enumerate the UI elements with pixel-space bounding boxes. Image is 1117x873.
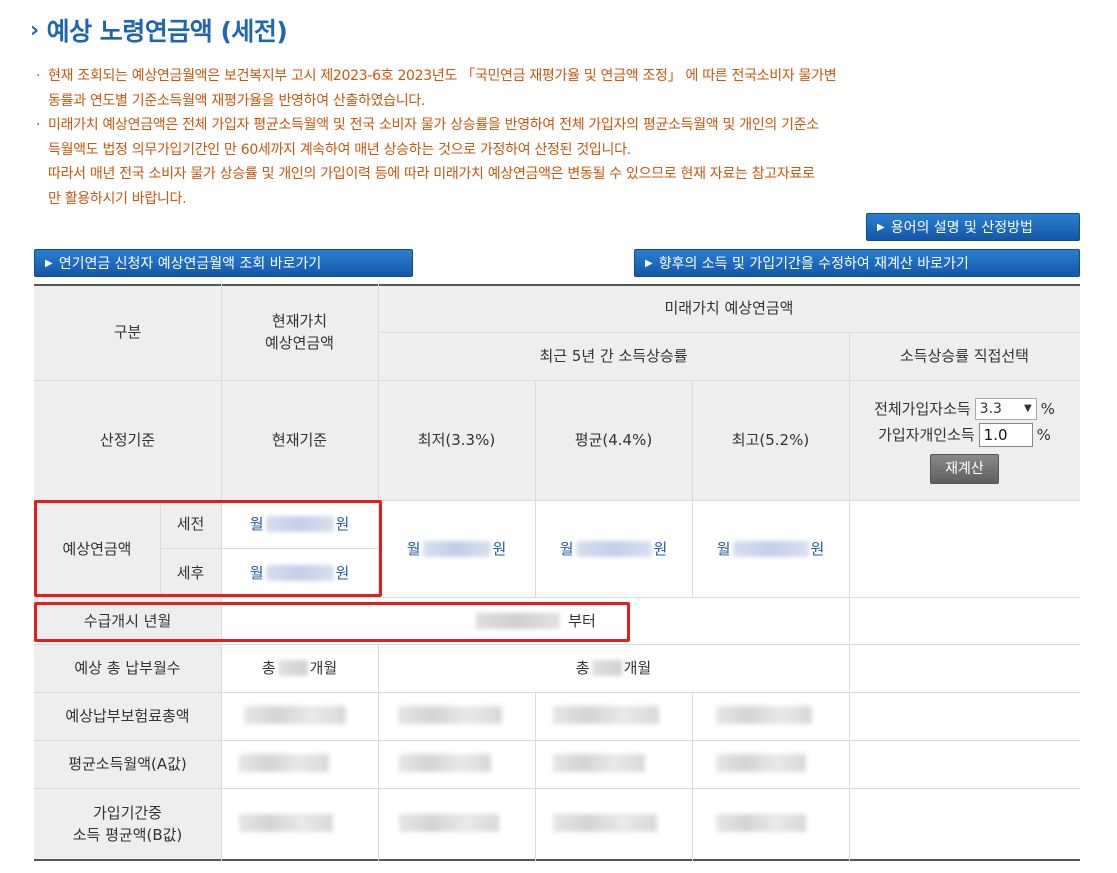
redacted-value bbox=[398, 706, 502, 724]
individual-income-label: 가입자개인소득 bbox=[878, 426, 975, 444]
notice-section: · 현재 조회되는 예상연금월액은 보건복지부 고시 제2023-6호 2023… bbox=[34, 64, 1082, 211]
redacted-value bbox=[239, 814, 333, 832]
recalculate-button[interactable]: 재계산 bbox=[930, 454, 999, 484]
recalculate-link-button[interactable]: ▶ 향후의 소득 및 가입기간을 수정하여 재계산 바로가기 bbox=[634, 249, 1080, 277]
notice-line: 득월액도 법정 의무가입기간인 만 60세까지 계속하여 매년 상승하는 것으로… bbox=[48, 141, 631, 158]
redacted-value bbox=[277, 660, 308, 676]
total-months-label: 예상 총 납부월수 bbox=[74, 659, 181, 677]
notice-line: 미래가치 예상연금액은 전체 가입자 평균소득월액 및 전국 소비자 물가 상승… bbox=[48, 117, 819, 133]
chevron-down-icon: ▼ bbox=[1023, 403, 1032, 414]
table-bottom-border bbox=[34, 859, 1080, 861]
highlight-payment-start bbox=[34, 602, 630, 642]
chevron-right-icon: ▶ bbox=[877, 221, 885, 233]
basis-current: 현재기준 bbox=[271, 431, 328, 449]
header-category: 구분 bbox=[113, 323, 142, 341]
terms-explanation-button[interactable]: ▶ 용어의 설명 및 산정방법 bbox=[866, 213, 1080, 241]
header-current-value: 현재가치 예상연금액 bbox=[264, 312, 334, 352]
basis-label: 산정기준 bbox=[99, 431, 156, 449]
header-recent-5yr: 최근 5년 간 소득상승률 bbox=[539, 347, 688, 365]
basis-low: 최저(3.3%) bbox=[417, 431, 496, 449]
redacted-value bbox=[716, 814, 806, 832]
future-total-months: 총 개월 bbox=[575, 659, 652, 677]
redacted-value bbox=[591, 660, 622, 676]
premium-total-label: 예상납부보험료총액 bbox=[65, 707, 190, 725]
high-pretax-amount: 월원 bbox=[716, 539, 825, 558]
redacted-value bbox=[716, 754, 806, 772]
current-total-months: 총 개월 bbox=[261, 659, 338, 677]
notice-item: · 미래가치 예상연금액은 전체 가입자 평균소득월액 및 전국 소비자 물가 … bbox=[34, 113, 1082, 211]
redacted-value bbox=[399, 754, 491, 772]
header-future-value: 미래가치 예상연금액 bbox=[664, 299, 794, 317]
individual-income-input[interactable] bbox=[978, 423, 1033, 447]
redacted-value bbox=[244, 706, 346, 724]
all-income-label: 전체가입자소득 bbox=[874, 400, 971, 418]
header-direct-select: 소득상승률 직접선택 bbox=[900, 347, 1029, 365]
chevron-right-icon: › bbox=[30, 17, 39, 43]
redacted-value bbox=[422, 540, 491, 557]
direct-select-controls: 전체가입자소득 3.3 ▼ % 가입자개인소득 % 재계산 bbox=[849, 380, 1080, 500]
redacted-value bbox=[553, 754, 645, 772]
notice-line: 동률과 연도별 기준소득월액 재평가율을 반영하여 산출하였습니다. bbox=[48, 92, 426, 109]
notice-line: 만 활용하시기 바랍니다. bbox=[48, 190, 187, 207]
redacted-value bbox=[553, 706, 659, 724]
redacted-value bbox=[716, 706, 812, 724]
notice-line: 현재 조회되는 예상연금월액은 보건복지부 고시 제2023-6호 2023년도… bbox=[48, 68, 837, 84]
avg-pretax-amount: 월원 bbox=[559, 539, 668, 558]
page-title: › 예상 노령연금액 (세전) bbox=[30, 12, 288, 48]
redacted-value bbox=[732, 540, 809, 557]
bullet-icon: · bbox=[36, 68, 41, 84]
redacted-value bbox=[575, 540, 652, 557]
avg-income-a-label: 평균소득월액(A값) bbox=[68, 755, 187, 773]
notice-item: · 현재 조회되는 예상연금월액은 보건복지부 고시 제2023-6호 2023… bbox=[34, 64, 1082, 113]
low-pretax-amount: 월원 bbox=[406, 539, 507, 558]
deferred-pension-lookup-button[interactable]: ▶ 연기연금 신청자 예상연금월액 조회 바로가기 bbox=[34, 249, 413, 277]
redacted-value bbox=[399, 814, 499, 832]
redacted-value bbox=[553, 814, 657, 832]
avg-income-b-label: 가입기간중 소득 평균액(B값) bbox=[72, 803, 183, 844]
chevron-right-icon: ▶ bbox=[45, 257, 53, 269]
highlight-expected-pension bbox=[34, 500, 382, 597]
basis-high: 최고(5.2%) bbox=[731, 431, 810, 449]
chevron-right-icon: ▶ bbox=[645, 257, 653, 269]
notice-line: 따라서 매년 전국 소비자 물가 상승률 및 개인의 가입이력 등에 따라 미래… bbox=[48, 166, 815, 182]
all-income-select[interactable]: 3.3 ▼ bbox=[974, 398, 1037, 420]
pension-table: 구분 현재가치 예상연금액 미래가치 예상연금액 최근 5년 간 소득상승률 소… bbox=[34, 284, 1080, 861]
bullet-icon: · bbox=[36, 117, 41, 133]
page-title-text: 예상 노령연금액 (세전) bbox=[46, 17, 288, 46]
basis-avg: 평균(4.4%) bbox=[574, 431, 653, 449]
redacted-value bbox=[239, 754, 329, 772]
